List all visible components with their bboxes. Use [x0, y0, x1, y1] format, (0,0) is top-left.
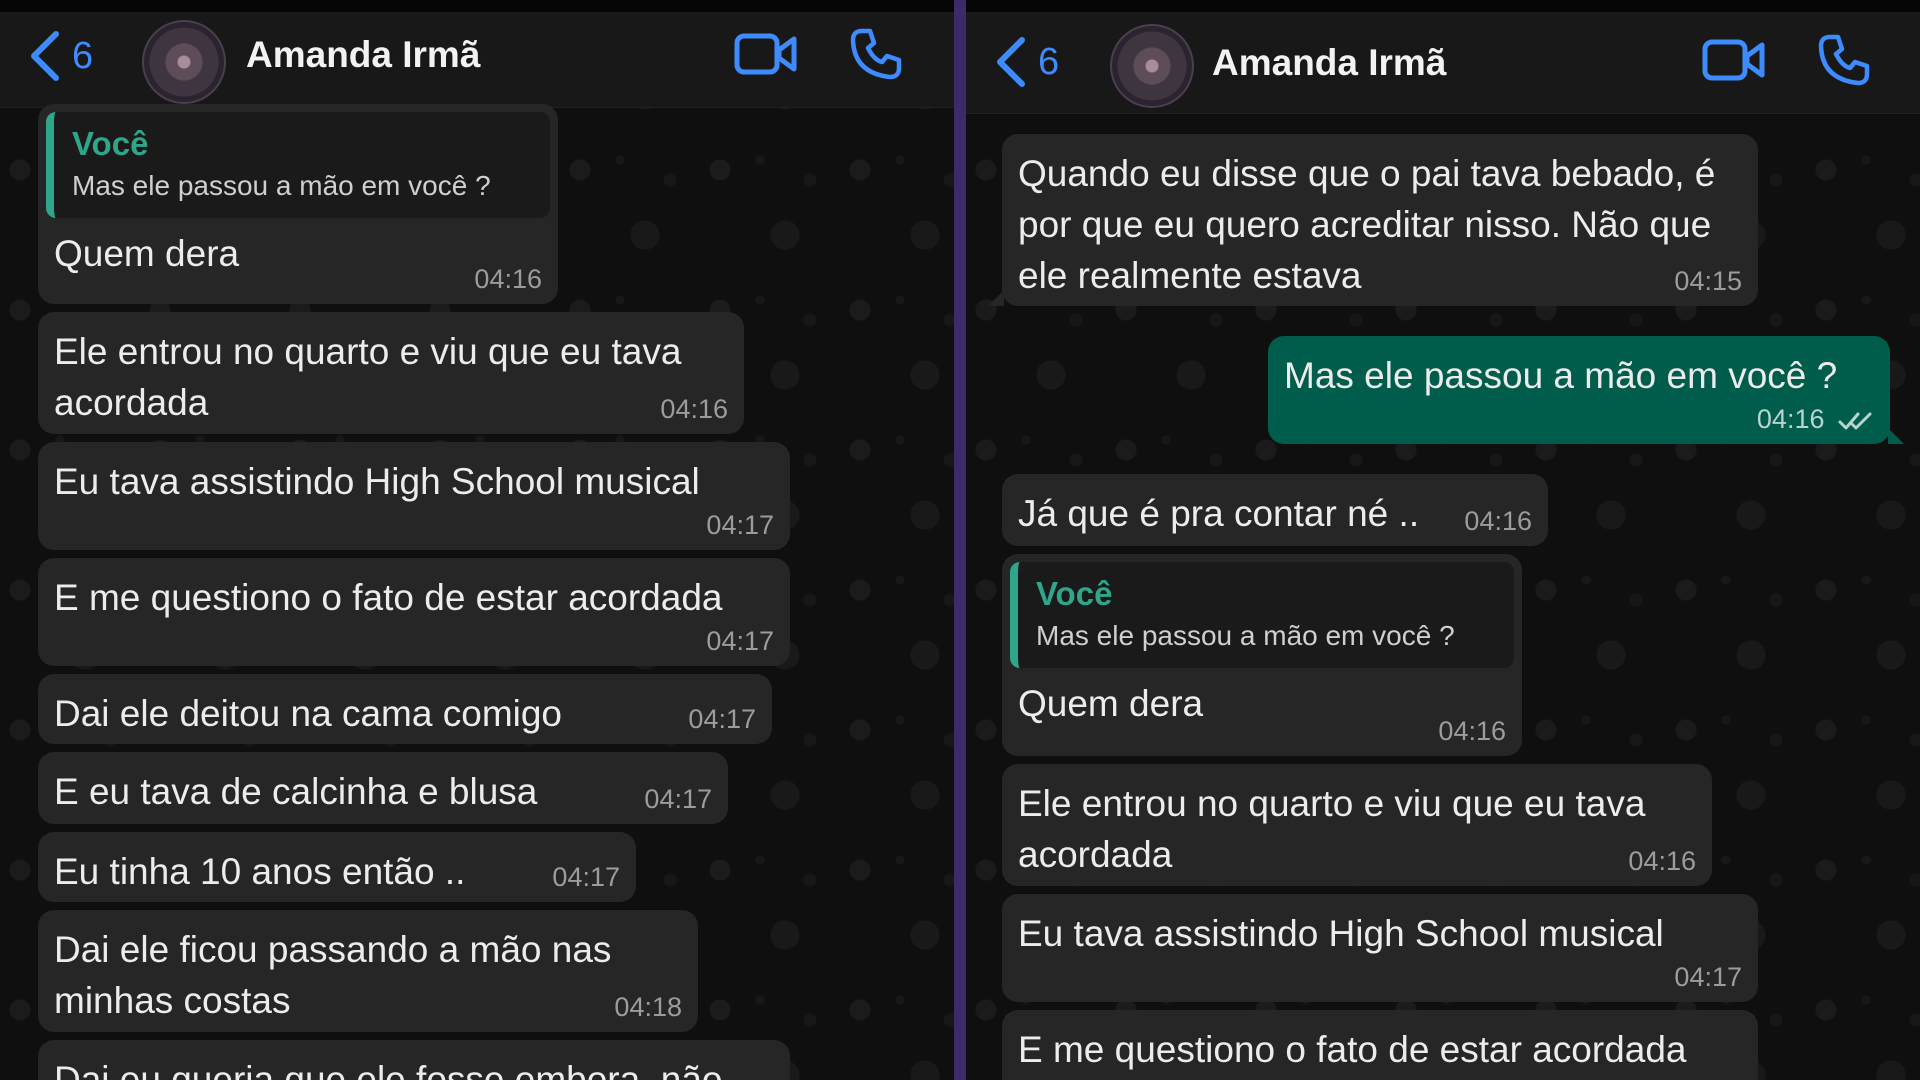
avatar[interactable] [142, 20, 226, 104]
message-time: 04:17 [552, 862, 620, 892]
message-time: 04:17 [1674, 962, 1742, 992]
message-text: E eu tava de calcinha e blusa [54, 771, 538, 812]
message-time: 04:16 [474, 264, 542, 294]
divider [954, 0, 966, 1080]
quote-author: Você [1036, 575, 1113, 612]
message-bubble[interactable]: Ele entrou no quarto e viu que eu tava a… [38, 312, 744, 434]
message-text: Eu tava assistindo High School musical [54, 461, 700, 502]
chat-header: 6 Amanda Irmã [966, 0, 1920, 114]
avatar[interactable] [1110, 24, 1194, 108]
message-bubble[interactable]: Dai ele ficou passando a mão nas minhas … [38, 910, 698, 1032]
bubble-tail [988, 290, 1004, 306]
message-time: 04:18 [614, 992, 682, 1022]
status-bar [0, 0, 954, 12]
back-button[interactable]: 6 [992, 34, 1059, 90]
quoted-reply[interactable]: Você Mas ele passou a mão em você ? [46, 112, 550, 218]
message-bubble[interactable]: E me questiono o fato de estar acordada … [38, 558, 790, 666]
unread-count: 6 [1038, 40, 1060, 83]
message-bubble[interactable]: Eu tava assistindo High School musical 0… [38, 442, 790, 550]
message-bubble[interactable]: Dai ele deitou na cama comigo 04:17 [38, 674, 772, 744]
message-text: Dai eu queria que ele fosse embora, não [54, 1059, 723, 1080]
message-bubble-outgoing[interactable]: Mas ele passou a mão em você ? 04:16 [1268, 336, 1904, 444]
status-bar [966, 0, 1920, 12]
video-call-icon[interactable] [1702, 36, 1766, 84]
video-call-icon[interactable] [734, 30, 798, 78]
message-time: 04:17 [644, 784, 712, 814]
message-text: Dai ele deitou na cama comigo [54, 693, 563, 734]
message-text: E me questiono o fato de estar acordada [54, 577, 723, 618]
message-bubble[interactable]: Eu tava assistindo High School musical 0… [1002, 894, 1758, 1002]
message-text: Ele entrou no quarto e viu que eu tava a… [1018, 783, 1646, 875]
message-time: 04:17 [706, 510, 774, 540]
message-text: E me questiono o fato de estar acordada [1018, 1029, 1687, 1070]
chevron-left-icon [31, 31, 59, 81]
message-text: Já que é pra contar né .. [1018, 493, 1420, 534]
back-button[interactable]: 6 [26, 28, 93, 84]
message-text: Mas ele passou a mão em você ? [1284, 355, 1838, 396]
double-check-icon [1838, 412, 1872, 430]
message-bubble[interactable]: Eu tinha 10 anos então .. 04:17 [38, 832, 636, 902]
contact-name[interactable]: Amanda Irmã [246, 34, 480, 76]
contact-name[interactable]: Amanda Irmã [1212, 42, 1446, 84]
message-bubble[interactable]: E me questiono o fato de estar acordada [1002, 1010, 1758, 1080]
message-text: Eu tava assistindo High School musical [1018, 913, 1664, 954]
message-bubble[interactable]: Dai eu queria que ele fosse embora, não [38, 1040, 790, 1080]
message-text: Quem dera [1018, 683, 1204, 724]
message-time: 04:17 [706, 626, 774, 656]
message-time: 04:16 [660, 394, 728, 424]
chat-panel-left: 6 Amanda Irmã Você Mas ele passou a mão … [0, 0, 954, 1080]
message-bubble[interactable]: Já que é pra contar né .. 04:16 [1002, 474, 1548, 546]
quote-text: Mas ele passou a mão em você ? [1036, 620, 1455, 651]
phone-icon[interactable] [1816, 32, 1872, 88]
message-time: 04:15 [1674, 266, 1742, 296]
quote-author: Você [72, 125, 149, 162]
chat-header: 6 Amanda Irmã [0, 0, 954, 108]
message-text: Quando eu disse que o pai tava bebado, é… [1018, 153, 1716, 296]
quote-text: Mas ele passou a mão em você ? [72, 170, 491, 201]
chevron-left-icon [997, 37, 1025, 87]
unread-count: 6 [72, 34, 94, 77]
quoted-reply[interactable]: Você Mas ele passou a mão em você ? [1010, 562, 1514, 668]
message-time: 04:16 [1756, 404, 1825, 434]
message-time: 04:16 [1438, 716, 1506, 746]
message-text: Dai ele ficou passando a mão nas minhas … [54, 929, 612, 1021]
message-bubble[interactable]: Quando eu disse que o pai tava bebado, é… [988, 134, 1758, 306]
message-bubble[interactable]: Ele entrou no quarto e viu que eu tava a… [1002, 764, 1712, 886]
bubble-tail [1888, 428, 1904, 444]
message-bubble[interactable]: Você Mas ele passou a mão em você ? Quem… [38, 104, 558, 304]
message-time: 04:16 [1628, 846, 1696, 876]
chat-panel-right: 6 Amanda Irmã Quando eu disse que o pai … [966, 0, 1920, 1080]
message-bubble[interactable]: Você Mas ele passou a mão em você ? Quem… [1002, 554, 1522, 756]
message-time-status: 04:16 [1757, 404, 1874, 434]
message-text: Ele entrou no quarto e viu que eu tava a… [54, 331, 682, 423]
message-time: 04:17 [688, 704, 756, 734]
message-time: 04:16 [1464, 506, 1532, 536]
message-bubble[interactable]: E eu tava de calcinha e blusa 04:17 [38, 752, 728, 824]
phone-icon[interactable] [848, 26, 904, 82]
message-text: Quem dera [54, 233, 240, 274]
message-text: Eu tinha 10 anos então .. [54, 851, 466, 892]
